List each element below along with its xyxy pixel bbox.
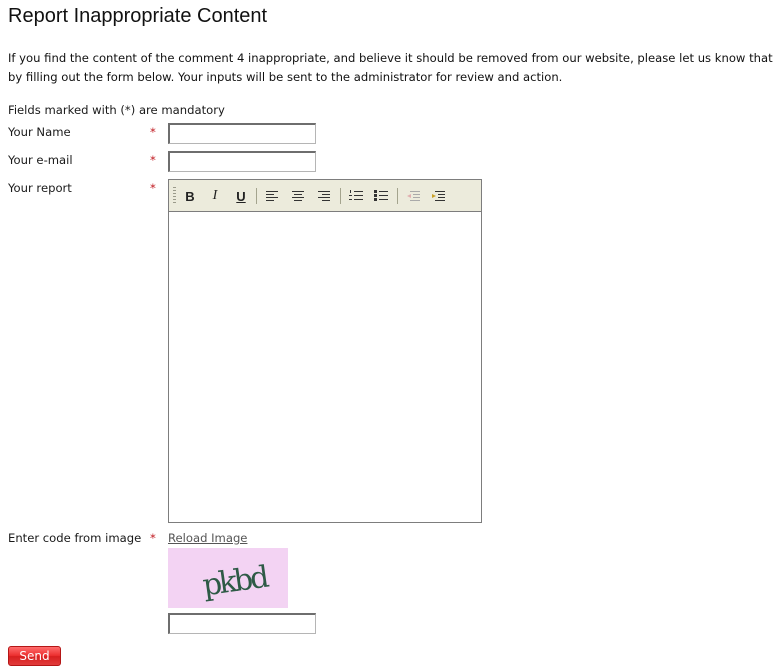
indent-button[interactable] — [428, 187, 448, 205]
required-marker: * — [150, 181, 156, 195]
intro-text: If you find the content of the comment 4… — [8, 51, 773, 84]
page-title: Report Inappropriate Content — [8, 5, 268, 27]
bold-icon: B — [185, 188, 195, 204]
ordered-list-icon — [349, 190, 363, 200]
name-field[interactable] — [168, 123, 316, 144]
underline-button[interactable]: U — [231, 187, 251, 205]
report-label: Your report — [8, 181, 72, 195]
captcha-input[interactable] — [168, 613, 316, 634]
align-right-icon — [318, 191, 330, 201]
send-button[interactable]: Send — [8, 646, 61, 666]
svg-text:pkbd: pkbd — [200, 559, 271, 603]
required-marker: * — [150, 125, 156, 139]
unordered-list-button[interactable] — [371, 187, 391, 205]
reload-image-link[interactable]: Reload Image — [168, 531, 247, 545]
align-left-icon — [266, 191, 278, 201]
email-label: Your e-mail — [8, 153, 73, 167]
italic-button[interactable]: I — [205, 187, 225, 205]
captcha-image: pkbd — [168, 548, 288, 608]
toolbar-grip[interactable] — [173, 187, 176, 205]
required-marker: * — [150, 531, 156, 545]
captcha-label: Enter code from image — [8, 531, 142, 545]
align-right-button[interactable] — [314, 187, 334, 205]
underline-icon: U — [236, 188, 246, 204]
toolbar-separator — [340, 188, 341, 204]
toolbar-separator — [397, 188, 398, 204]
email-field[interactable] — [168, 151, 316, 172]
mandatory-note: Fields marked with (*) are mandatory — [8, 103, 225, 117]
align-center-button[interactable] — [288, 187, 308, 205]
indent-icon — [432, 191, 445, 201]
outdent-button[interactable] — [403, 187, 423, 205]
outdent-icon — [407, 191, 420, 201]
align-left-button[interactable] — [262, 187, 282, 205]
align-center-icon — [292, 191, 304, 201]
ordered-list-button[interactable] — [346, 187, 366, 205]
name-label: Your Name — [8, 125, 71, 139]
report-editor: B I U — [168, 179, 482, 523]
report-page: Report Inappropriate Content If you find… — [0, 0, 774, 668]
required-marker: * — [150, 153, 156, 167]
unordered-list-icon — [374, 190, 388, 201]
report-textarea[interactable] — [169, 213, 481, 522]
italic-icon: I — [212, 188, 218, 203]
bold-button[interactable]: B — [180, 187, 200, 205]
toolbar-separator — [256, 188, 257, 204]
editor-toolbar: B I U — [169, 180, 481, 212]
